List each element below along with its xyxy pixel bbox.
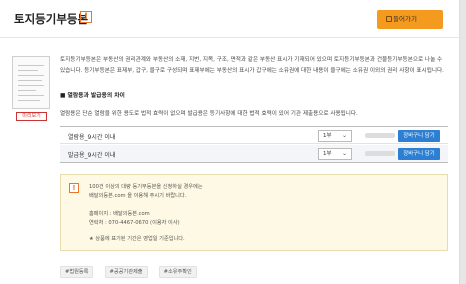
notice-footnote: ★ 상품에 표기된 기간은 영업일 기준입니다.	[89, 236, 185, 242]
quantity-select[interactable]: 1부 ⌄	[318, 130, 352, 142]
difference-heading: ■ 열람용과 발급용의 차이	[60, 93, 125, 99]
option-label: 열람용_9시간 이내	[68, 134, 116, 141]
page-title: 토지등기부등본	[14, 12, 89, 26]
chevron-down-icon: ⌄	[341, 132, 347, 139]
notice-line: 100건 이상의 대량 등기부등본을 신청하실 경우에는	[89, 184, 203, 190]
notice-box: ! 100건 이상의 대량 등기부등본을 신청하실 경우에는 배달의등본.com…	[60, 174, 448, 251]
notice-line: 배달의등본.com 을 이용해 주시기 바랍니다.	[89, 193, 187, 199]
product-header: 토지등기부등본 ! 들어가기	[0, 0, 459, 38]
price-placeholder	[365, 133, 395, 138]
quantity-select[interactable]: 1부 ⌄	[318, 148, 352, 160]
enter-button-label: 들어가기	[393, 15, 417, 23]
document-thumbnail[interactable]	[12, 56, 50, 109]
quantity-value: 1부	[323, 133, 332, 139]
notice-homepage: 홈페이지 : 배달의등본.com	[89, 211, 150, 217]
preview-badge[interactable]: 미리보기	[16, 112, 47, 121]
warning-icon: !	[69, 183, 79, 193]
alert-icon: !	[80, 11, 92, 23]
price-placeholder	[365, 151, 395, 156]
enter-button[interactable]: 들어가기	[377, 10, 443, 29]
tag-list: #법원등록 #공공기관제출 #소유주확인	[60, 258, 203, 278]
add-to-cart-button[interactable]: 장바구니 담기	[398, 148, 440, 160]
notice-contact: 연락처 : 070-4467-0670 (이용자 이사)	[89, 220, 180, 226]
product-card: 토지등기부등본 ! 들어가기 미리보기 토지등기부등본은 부동산의 권리관계와 …	[0, 0, 460, 284]
document-icon	[386, 16, 392, 22]
add-to-cart-button[interactable]: 장바구니 담기	[398, 130, 440, 142]
page-edge	[460, 0, 466, 284]
quantity-value: 1부	[323, 151, 332, 157]
option-label: 발급용_9시간 이내	[68, 152, 116, 159]
tag-item[interactable]: #소유주확인	[158, 266, 197, 278]
chevron-down-icon: ⌄	[341, 150, 347, 157]
tag-item[interactable]: #법원등록	[60, 266, 94, 278]
difference-text: 열람용은 단순 열람을 위한 용도로 법적 효력이 없으며 발급용은 등기사항에…	[60, 111, 358, 117]
description-text: 토지등기부등본은 부동산의 권리관계와 부동산의 소재, 지번, 지목, 구조,…	[60, 57, 444, 74]
option-row-issue: 발급용_9시간 이내 1부 ⌄ 장바구니 담기	[60, 145, 448, 163]
tag-item[interactable]: #공공기관제출	[104, 266, 148, 278]
option-row-view: 열람용_9시간 이내 1부 ⌄ 장바구니 담기	[60, 126, 448, 144]
